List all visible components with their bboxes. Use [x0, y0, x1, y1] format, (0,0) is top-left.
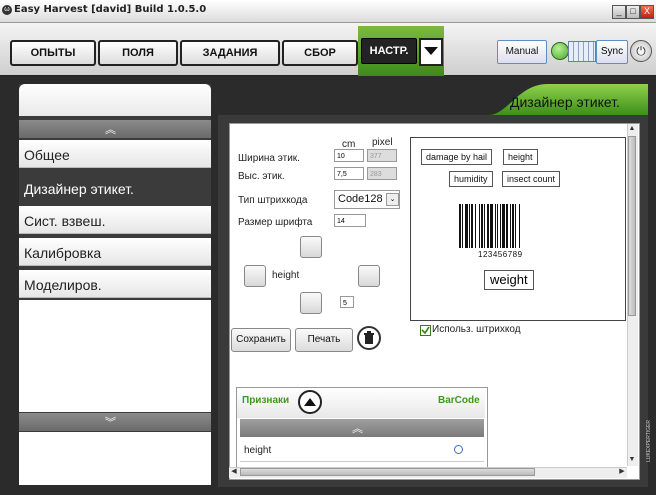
height-label: Выс. этик. — [238, 171, 285, 182]
tab-fields[interactable]: ПОЛЯ — [98, 40, 178, 66]
step-input[interactable]: 5 — [340, 296, 354, 308]
sidebar-scroll-down[interactable]: ︾ — [19, 413, 211, 431]
barcode-radio[interactable] — [454, 445, 463, 454]
barcode-number: 123456789 — [478, 250, 523, 259]
horizontal-scroll-thumb[interactable] — [240, 468, 535, 476]
barcode-bar — [495, 204, 496, 248]
tab-experiments[interactable]: ОПЫТЫ — [10, 40, 96, 66]
sidebar-item-general[interactable]: Общее — [19, 140, 211, 168]
chevron-down-icon: ︾ — [105, 416, 116, 429]
barcode-bar — [490, 204, 493, 248]
selected-field-label: height — [272, 270, 300, 281]
preview-tag-height[interactable]: height — [503, 149, 538, 165]
page-title: Дизайнер этикет. — [510, 94, 620, 110]
barcode-type-select[interactable]: Code128 ⌄ — [334, 190, 400, 209]
barcode-bar — [481, 204, 483, 248]
barcode-bar — [510, 204, 511, 248]
window-title: Easy Harvest [david] Build 1.0.5.0 — [14, 4, 207, 15]
minimize-button[interactable]: _ — [612, 5, 626, 19]
width-px-input: 377 — [367, 149, 397, 162]
use-barcode-label: Использ. штрихкод — [432, 324, 521, 335]
barcode-bar — [497, 204, 498, 248]
move-down-button[interactable] — [300, 292, 322, 314]
chevron-down-icon: ⌄ — [386, 193, 399, 206]
list-item[interactable]: height — [240, 439, 484, 462]
height-px-input: 283 — [367, 167, 397, 180]
barcode-column-header: BarCode — [438, 395, 480, 406]
sidebar-footer — [19, 432, 211, 485]
barcode-bar — [484, 204, 485, 248]
scroll-up-arrow-icon[interactable]: ▲ — [628, 125, 636, 133]
font-size-label: Размер шрифта — [238, 217, 313, 228]
barcode-bar — [519, 204, 520, 248]
preview-tag-damage[interactable]: damage by hail — [421, 149, 493, 165]
barcode-bar — [502, 204, 505, 248]
width-cm-input[interactable]: 10 — [334, 149, 364, 162]
barcode-bar — [487, 204, 489, 248]
tab-settings[interactable]: НАСТР. — [361, 38, 417, 64]
vertical-scroll-thumb[interactable] — [628, 136, 636, 316]
sidebar-item-modeling[interactable]: Моделиров. — [19, 270, 211, 298]
maximize-button[interactable]: □ — [626, 5, 640, 19]
tab-harvest[interactable]: СБОР — [282, 40, 358, 66]
barcode-type-value: Code128 — [338, 193, 383, 205]
features-collapse-icon[interactable] — [298, 390, 322, 414]
settings-dropdown-button[interactable] — [419, 38, 443, 66]
move-left-button[interactable] — [244, 265, 266, 287]
barcode-bar — [479, 204, 480, 248]
barcode-bar — [459, 204, 461, 248]
scroll-right-arrow-icon[interactable]: ▶ — [618, 468, 626, 476]
barcode-bar — [512, 204, 514, 248]
app-icon: ω — [2, 5, 12, 15]
barcode-bar — [465, 204, 468, 248]
col-pixel-header: pixel — [372, 137, 393, 148]
trash-icon[interactable] — [357, 326, 381, 350]
move-right-button[interactable] — [358, 265, 380, 287]
move-up-button[interactable] — [300, 236, 322, 258]
features-scroll-up[interactable]: ︽ — [240, 419, 484, 437]
preview-weight-field[interactable]: weight — [484, 270, 534, 290]
barcode-bar — [506, 204, 508, 248]
sync-button[interactable]: Sync — [596, 40, 628, 64]
sidebar-empty-area — [19, 300, 211, 412]
preview-tag-insect-count[interactable]: insect count — [502, 171, 561, 187]
keyboard-icon[interactable] — [568, 41, 596, 62]
width-label: Ширина этик. — [238, 153, 300, 164]
chevron-up-icon: ︽ — [352, 422, 363, 435]
font-size-input[interactable]: 14 — [334, 214, 366, 227]
tab-tasks[interactable]: ЗАДАНИЯ — [180, 40, 280, 66]
barcode-bar — [462, 204, 463, 248]
close-button[interactable]: X — [640, 5, 654, 19]
features-title: Признаки — [242, 395, 290, 406]
chevron-up-icon: ︽ — [105, 123, 116, 136]
use-barcode-checkbox[interactable] — [420, 325, 431, 336]
scroll-down-arrow-icon[interactable]: ▼ — [628, 456, 636, 464]
sidebar-item-calibration[interactable]: Калибровка — [19, 238, 211, 266]
sidebar-item-weighing[interactable]: Сист. взвеш. — [19, 206, 211, 234]
scroll-left-arrow-icon[interactable]: ◀ — [230, 468, 238, 476]
sidebar-scroll-up[interactable]: ︽ — [19, 120, 211, 138]
manual-button[interactable]: Manual — [497, 40, 547, 64]
save-button[interactable]: Сохранить — [231, 328, 291, 352]
barcode-bar — [515, 204, 516, 248]
barcode-type-label: Тип штрихкода — [238, 195, 308, 206]
power-icon[interactable]: ⏻ — [630, 40, 652, 62]
feature-name: height — [244, 445, 272, 456]
side-watermark-text: LUKEXPERTIGER — [646, 420, 652, 462]
preview-tag-humidity[interactable]: humidity — [449, 171, 493, 187]
sidebar-header — [19, 84, 211, 116]
height-cm-input[interactable]: 7,5 — [334, 167, 364, 180]
barcode-bar — [469, 204, 470, 248]
barcode-bar — [471, 204, 473, 248]
barcode-bar — [475, 204, 476, 248]
status-indicator-icon[interactable] — [551, 42, 569, 60]
print-button[interactable]: Печать — [295, 328, 353, 352]
title-bar: ω Easy Harvest [david] Build 1.0.5.0 _ □… — [0, 0, 656, 23]
sidebar-item-label-designer[interactable]: Дизайнер этикет. — [19, 174, 211, 202]
barcode-bar — [500, 204, 501, 248]
